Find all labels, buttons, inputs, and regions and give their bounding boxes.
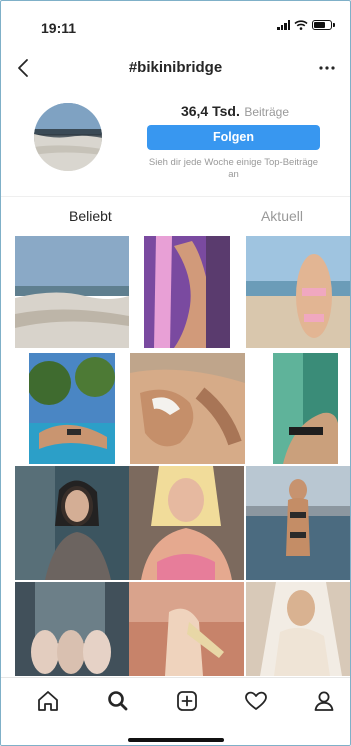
tab-aktuell[interactable]: Aktuell <box>261 208 303 224</box>
more-dots-icon[interactable] <box>314 55 340 81</box>
hashtag-header: 36,4 Tsd. Beiträge Folgen Sieh dir jede … <box>1 91 350 197</box>
feed-tabs: Beliebt Aktuell <box>1 197 350 234</box>
search-icon[interactable] <box>105 688 131 714</box>
post-count: 36,4 Tsd. <box>180 103 240 119</box>
add-post-icon[interactable] <box>174 688 200 714</box>
grid-photo[interactable] <box>273 353 338 464</box>
heart-icon[interactable] <box>243 688 269 714</box>
grid-photo[interactable] <box>246 582 350 676</box>
post-count-row: 36,4 Tsd. Beiträge <box>147 103 323 121</box>
hashtag-avatar <box>34 103 102 171</box>
status-bar: 19:11 <box>1 1 350 45</box>
page-title: #bikinibridge <box>128 59 223 76</box>
wifi-icon <box>294 20 308 30</box>
nav-bar: #bikinibridge <box>1 45 350 91</box>
home-icon[interactable] <box>35 688 61 714</box>
follow-button[interactable]: Folgen <box>147 125 320 150</box>
status-time: 19:11 <box>41 20 77 36</box>
grid-photo[interactable] <box>246 466 350 580</box>
signal-icon <box>277 20 290 30</box>
grid-photo[interactable] <box>129 466 244 580</box>
tab-beliebt[interactable]: Beliebt <box>69 208 112 224</box>
home-indicator <box>128 738 224 742</box>
grid-photo[interactable] <box>144 236 230 348</box>
grid-photo[interactable] <box>15 236 129 348</box>
grid-photo[interactable] <box>15 582 129 676</box>
grid-photo[interactable] <box>246 236 350 348</box>
grid-photo[interactable] <box>29 353 115 464</box>
profile-icon[interactable] <box>311 688 337 714</box>
battery-icon <box>312 20 335 30</box>
bottom-nav <box>1 677 350 745</box>
top-posts-note: Sieh dir jede Woche einige Top-Beiträge … <box>148 157 319 180</box>
grid-photo[interactable] <box>129 582 244 676</box>
status-icons <box>277 20 335 30</box>
post-count-label: Beiträge <box>244 105 290 119</box>
phone-screen: 19:11 #bikinibridge 36,4 Tsd. Beiträge F… <box>0 0 351 746</box>
photo-grid <box>15 236 350 676</box>
grid-photo[interactable] <box>130 353 245 464</box>
grid-photo[interactable] <box>15 466 129 580</box>
